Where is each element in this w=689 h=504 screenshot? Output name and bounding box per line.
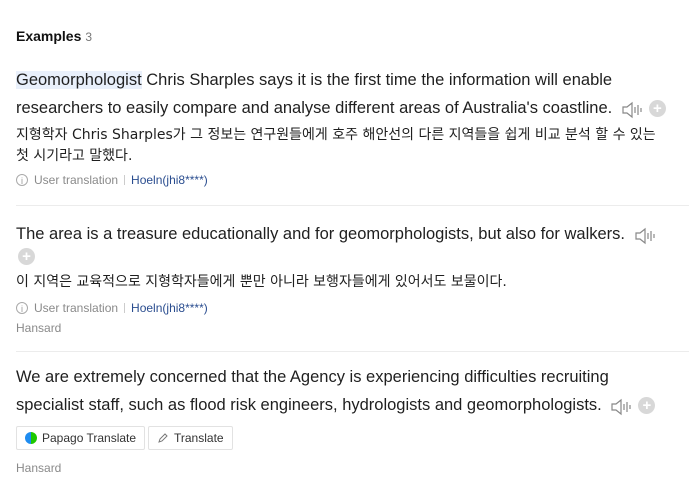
translation-type: User translation — [34, 301, 119, 315]
translation-meta: i User translation Hoeln(jhi8****) — [16, 299, 686, 317]
example-sentence: The area is a treasure educationally and… — [16, 220, 686, 248]
examples-panel: Examples 3 Geomorphologist Chris Sharples… — [0, 0, 689, 504]
example-item-2: The area is a treasure educationally and… — [16, 220, 686, 335]
speaker-icon[interactable] — [610, 397, 634, 415]
translator-link[interactable]: Hoeln(jhi8****) — [131, 301, 208, 315]
papago-translate-button[interactable]: Papago Translate — [16, 426, 146, 450]
highlighted-term[interactable]: Geomorphologist — [16, 71, 142, 89]
plus-icon[interactable]: + — [648, 100, 666, 118]
examples-header: Examples 3 — [16, 28, 92, 44]
example-sentence: Geomorphologist Chris Sharples says it i… — [16, 71, 613, 89]
info-icon[interactable]: i — [16, 174, 28, 186]
speaker-icon[interactable] — [621, 100, 645, 118]
example-source: Hansard — [16, 321, 62, 335]
divider — [16, 351, 689, 352]
translator-link[interactable]: Hoeln(jhi8****) — [131, 173, 208, 187]
translation-meta: i User translation Hoeln(jhi8****) — [16, 171, 686, 189]
translate-button[interactable]: Translate — [148, 426, 233, 450]
pencil-icon — [158, 433, 168, 443]
speaker-icon[interactable] — [634, 226, 658, 244]
example-translation: 이 지역은 교육적으로 지형학자들에게 뿐만 아니라 보행자들에게 있어서도 보… — [16, 274, 507, 290]
example-item-1: Geomorphologist Chris Sharples says it i… — [16, 66, 686, 189]
translation-type: User translation — [34, 173, 119, 187]
plus-icon[interactable]: + — [18, 248, 35, 266]
example-item-3: We are extremely concerned that the Agen… — [16, 363, 686, 419]
examples-count: 3 — [85, 30, 93, 44]
divider — [16, 205, 689, 206]
examples-title: Examples — [16, 28, 82, 44]
example-source: Hansard — [16, 461, 62, 475]
plus-icon[interactable]: + — [638, 397, 656, 415]
papago-logo-icon — [25, 432, 37, 444]
example-translation: 지형학자 Chris Sharples가 그 정보는 연구원들에게 호주 해안선… — [16, 127, 656, 164]
info-icon[interactable]: i — [16, 302, 28, 314]
example-sentence: We are extremely concerned that the Agen… — [16, 368, 609, 386]
